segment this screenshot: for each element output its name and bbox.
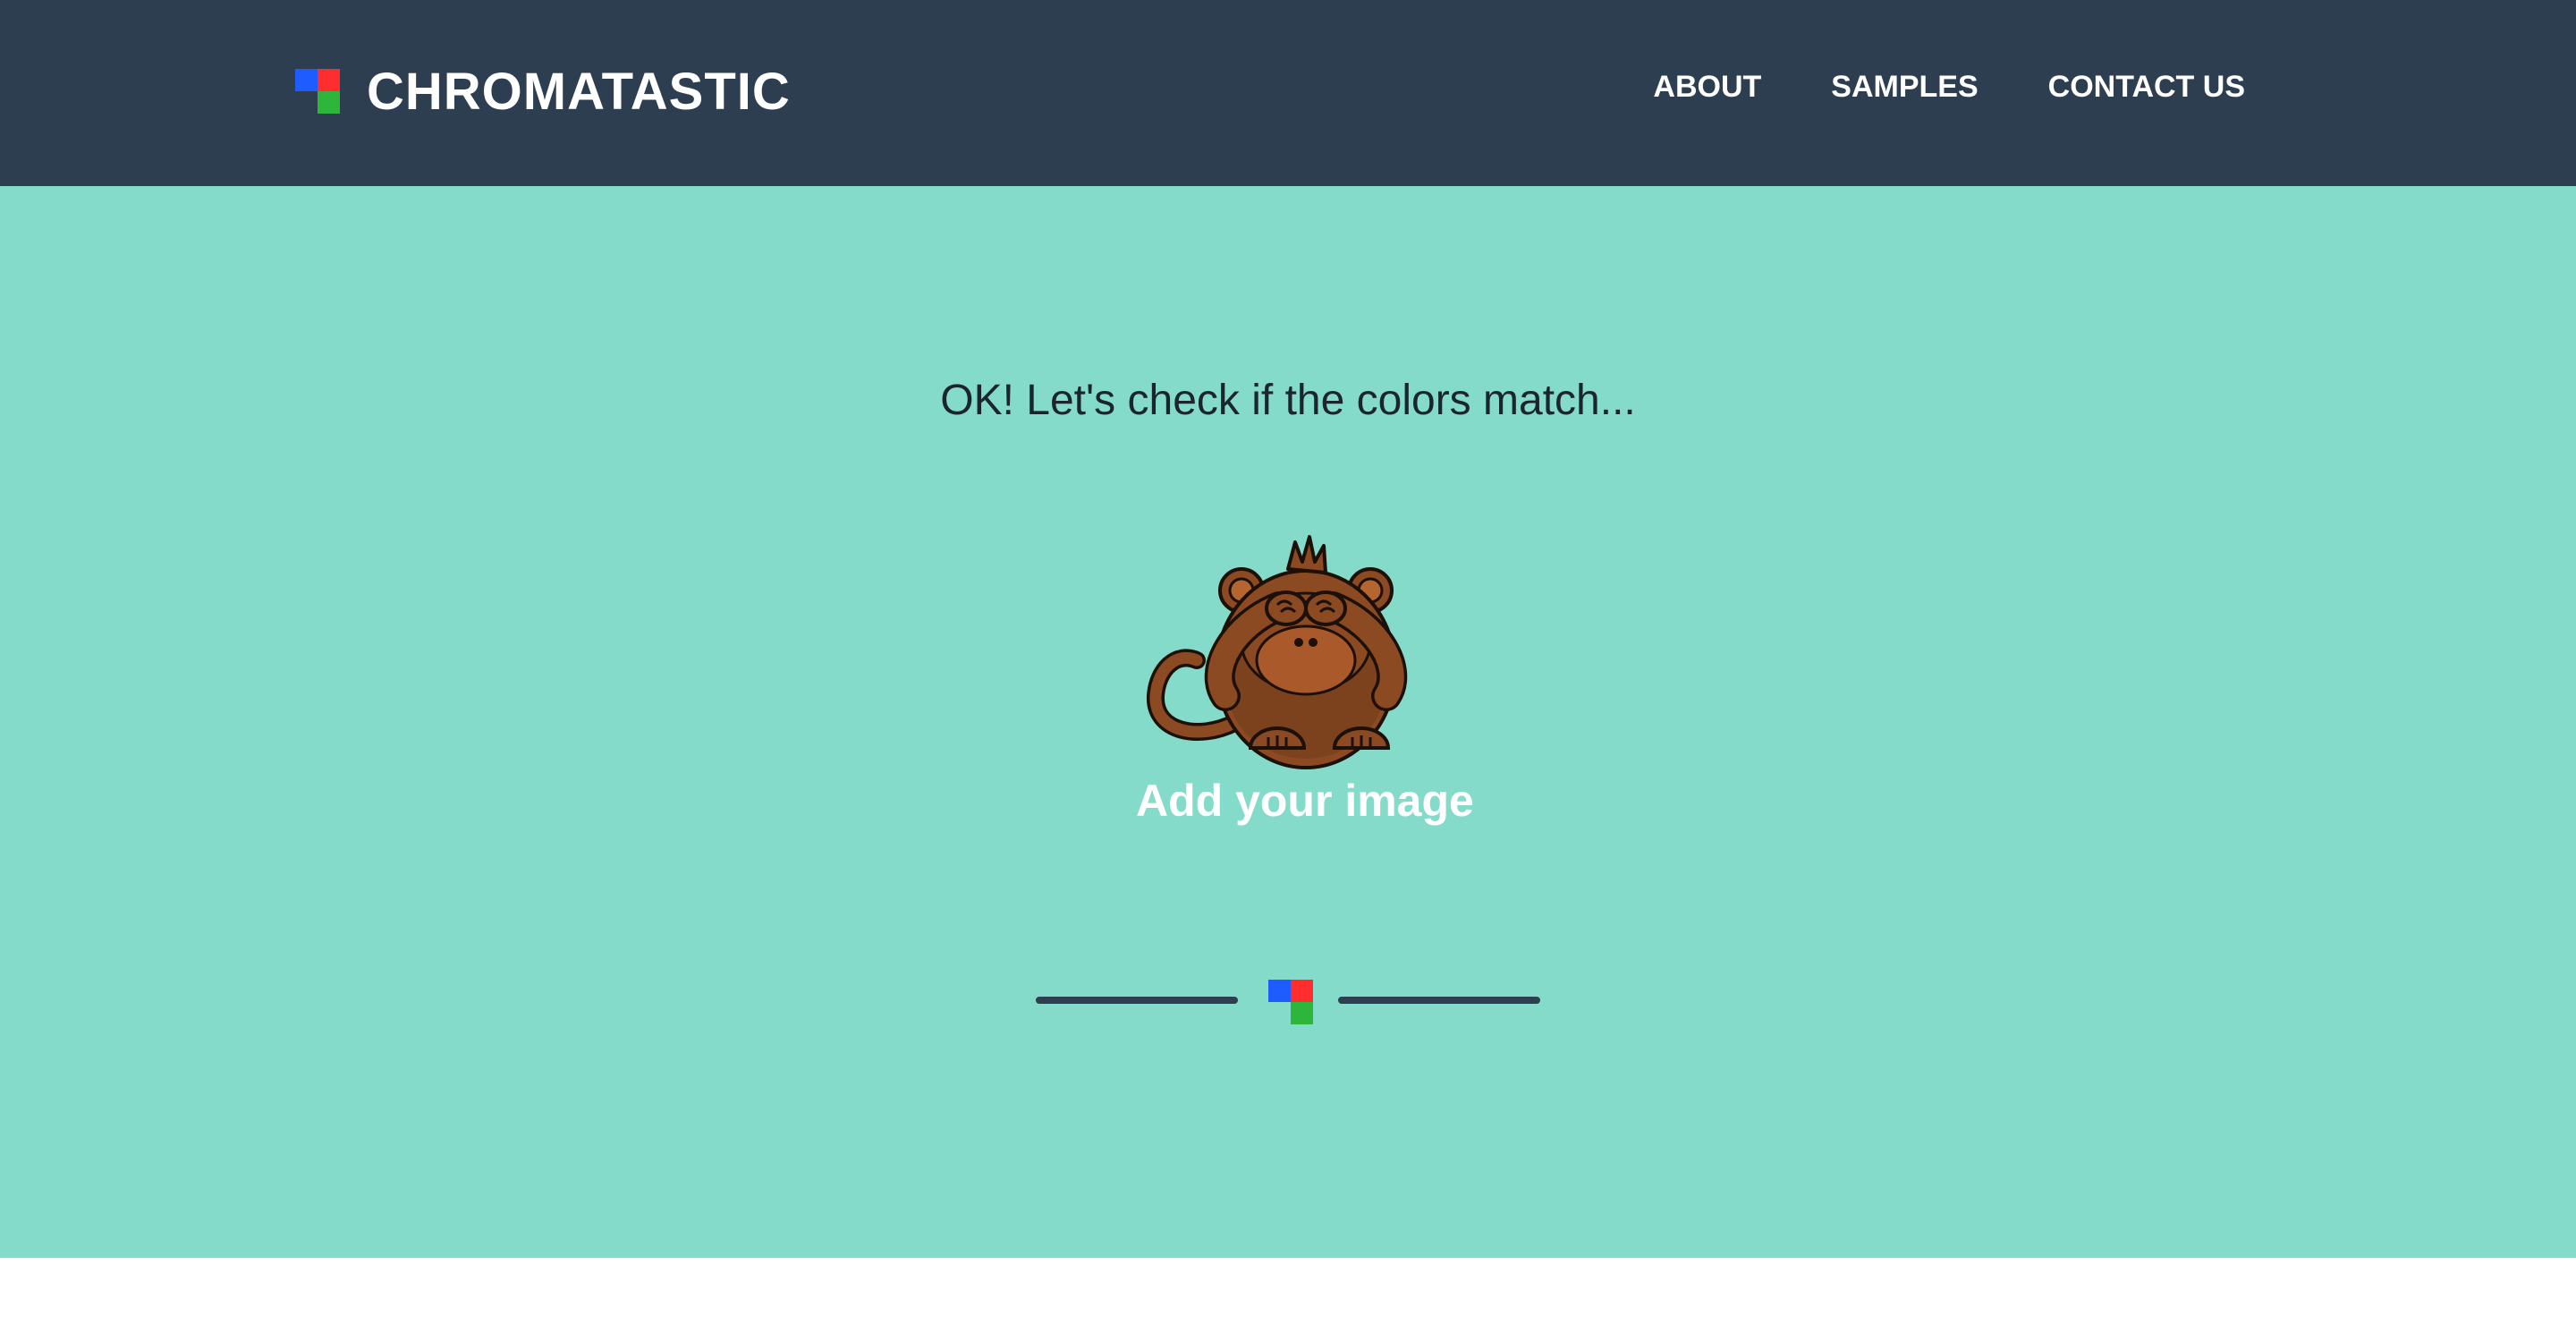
divider-line-right: [1338, 997, 1540, 1004]
nav-contact-us[interactable]: CONTACT US: [2048, 70, 2245, 105]
brand-title: CHROMATASTIC: [367, 62, 791, 121]
hero-section: OK! Let's check if the colors match... A…: [0, 186, 2576, 1258]
main-nav: ABOUT SAMPLES CONTACT US: [1653, 70, 2245, 105]
divider-line-left: [1036, 997, 1238, 1004]
add-image-upload[interactable]: Add your image: [1136, 526, 1474, 830]
add-image-label: Add your image: [1136, 776, 1474, 826]
hero-headline: OK! Let's check if the colors match...: [940, 377, 1636, 424]
brand-link[interactable]: CHROMATASTIC: [295, 55, 791, 127]
nav-samples[interactable]: SAMPLES: [1831, 70, 1978, 105]
see-no-evil-monkey-icon: [1147, 535, 1408, 769]
navbar: CHROMATASTIC ABOUT SAMPLES CONTACT US: [0, 0, 2576, 186]
logo-divider: [1036, 973, 1540, 1027]
nav-about[interactable]: ABOUT: [1653, 70, 1761, 105]
chromatastic-logo-icon: [295, 69, 340, 114]
chromatastic-logo-icon: [1268, 980, 1313, 1024]
